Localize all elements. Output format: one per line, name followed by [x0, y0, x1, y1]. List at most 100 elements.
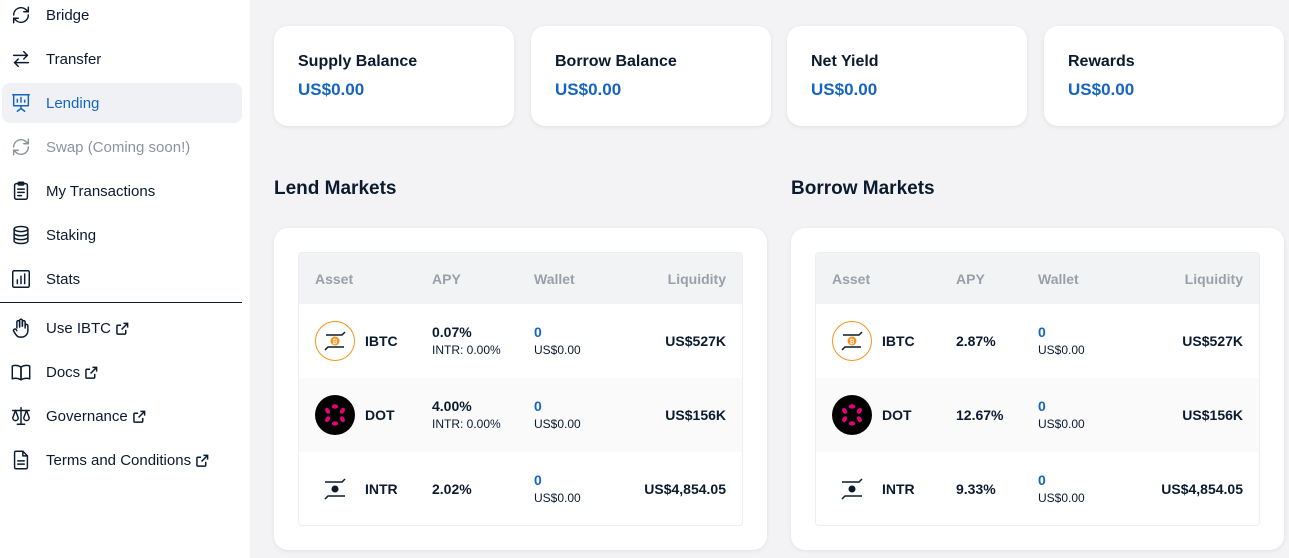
- card-label: Rewards: [1068, 53, 1135, 70]
- borrow-balance-card: Borrow Balance US$0.00: [531, 26, 771, 126]
- column-header-liquidity[interactable]: Liquidity: [1185, 271, 1243, 287]
- sidebar-item-use-ibtc[interactable]: Use IBTC: [2, 308, 242, 348]
- table-row[interactable]: DOT 12.67% 0 US$0.00 US$156K: [816, 378, 1259, 452]
- wallet-amount: 0: [534, 324, 542, 340]
- asset-name: DOT: [882, 407, 912, 423]
- wallet-amount: 0: [1038, 472, 1046, 488]
- column-header-liquidity[interactable]: Liquidity: [668, 271, 726, 287]
- refresh-icon: [9, 135, 33, 159]
- book-icon: [9, 360, 33, 384]
- sidebar-item-staking[interactable]: Staking: [2, 215, 242, 255]
- table-row[interactable]: ₿ IBTC 2.87% 0 US$0.00 US$527K: [816, 304, 1259, 378]
- supply-balance-card: Supply Balance US$0.00: [274, 26, 514, 126]
- sidebar-item-label: Lending: [46, 94, 100, 112]
- borrow-markets-table: Asset APY Wallet Liquidity ₿ IBTC 2.87% …: [815, 252, 1260, 526]
- liquidity-value: US$156K: [665, 407, 726, 423]
- borrow-markets-title: Borrow Markets: [791, 178, 935, 199]
- table-row[interactable]: INTR 2.02% 0 US$0.00 US$4,854.05: [299, 452, 742, 525]
- apy-value: 9.33%: [956, 481, 996, 497]
- card-label: Net Yield: [811, 53, 879, 70]
- sidebar-item-terms[interactable]: Terms and Conditions: [2, 440, 242, 480]
- sidebar-item-my-transactions[interactable]: My Transactions: [2, 171, 242, 211]
- wallet-amount: 0: [1038, 324, 1046, 340]
- sidebar-item-label: Terms and Conditions: [46, 451, 192, 469]
- intr-logo-icon: [832, 469, 872, 509]
- asset-name: IBTC: [365, 333, 398, 349]
- sidebar-item-label: Use IBTC: [46, 319, 112, 337]
- column-header-asset[interactable]: Asset: [315, 271, 353, 287]
- borrow-markets-card: Asset APY Wallet Liquidity ₿ IBTC 2.87% …: [791, 228, 1284, 550]
- presentation-chart-icon: [9, 91, 33, 115]
- table-header: Asset APY Wallet Liquidity: [299, 253, 742, 304]
- dot-logo-icon: [832, 395, 872, 435]
- svg-text:₿: ₿: [850, 339, 855, 346]
- column-header-wallet[interactable]: Wallet: [1038, 271, 1079, 287]
- wallet-usd: US$0.00: [1038, 491, 1085, 505]
- wallet-usd: US$0.00: [1038, 417, 1085, 431]
- liquidity-value: US$4,854.05: [1161, 481, 1243, 497]
- card-value: US$0.00: [1068, 80, 1135, 99]
- table-row[interactable]: DOT 4.00% INTR: 0.00% 0 US$0.00 US$156K: [299, 378, 742, 452]
- sidebar-item-label: Bridge: [46, 6, 90, 24]
- sidebar-item-label: Transfer: [46, 50, 102, 68]
- apy-value: 4.00%: [432, 398, 472, 414]
- apy-value: 0.07%: [432, 324, 472, 340]
- apy-value: 12.67%: [956, 407, 1004, 423]
- refresh-icon: [9, 3, 33, 27]
- apy-value: 2.02%: [432, 481, 472, 497]
- wallet-amount: 0: [534, 398, 542, 414]
- column-header-wallet[interactable]: Wallet: [534, 271, 575, 287]
- asset-name: INTR: [365, 481, 398, 497]
- liquidity-value: US$527K: [665, 333, 726, 349]
- wallet-usd: US$0.00: [534, 491, 581, 505]
- sidebar-item-label: Swap (Coming soon!): [46, 138, 191, 156]
- asset-name: IBTC: [882, 333, 915, 349]
- wallet-usd: US$0.00: [1038, 343, 1085, 357]
- column-header-asset[interactable]: Asset: [832, 271, 870, 287]
- external-link-icon: [116, 322, 129, 335]
- asset-name: DOT: [365, 407, 395, 423]
- lend-markets-title: Lend Markets: [274, 178, 397, 199]
- lend-markets-card: Asset APY Wallet Liquidity ₿ IBTC 0.07% …: [274, 228, 767, 550]
- apy-reward: INTR: 0.00%: [432, 417, 501, 431]
- scale-icon: [9, 404, 33, 428]
- sidebar-item-label: Stats: [46, 270, 81, 288]
- card-value: US$0.00: [555, 80, 622, 99]
- wallet-usd: US$0.00: [534, 417, 581, 431]
- ibtc-logo-icon: ₿: [832, 321, 872, 361]
- sidebar-item-stats[interactable]: Stats: [2, 259, 242, 299]
- ibtc-logo-icon: ₿: [315, 321, 355, 361]
- liquidity-value: US$156K: [1182, 407, 1243, 423]
- clipboard-icon: [9, 179, 33, 203]
- column-header-apy[interactable]: APY: [432, 271, 461, 287]
- card-value: US$0.00: [298, 80, 365, 99]
- sidebar-item-lending[interactable]: Lending: [2, 83, 242, 123]
- card-label: Borrow Balance: [555, 53, 677, 70]
- sidebar-divider: [0, 302, 242, 303]
- external-link-icon: [132, 410, 146, 423]
- intr-logo-icon: [315, 469, 355, 509]
- svg-text:₿: ₿: [333, 339, 338, 346]
- sidebar-item-label: My Transactions: [46, 182, 156, 200]
- liquidity-value: US$527K: [1182, 333, 1243, 349]
- database-icon: [9, 223, 33, 247]
- table-header: Asset APY Wallet Liquidity: [816, 253, 1259, 304]
- apy-value: 2.87%: [956, 333, 996, 349]
- table-row[interactable]: ₿ IBTC 0.07% INTR: 0.00% 0 US$0.00 US$52…: [299, 304, 742, 378]
- sidebar-item-bridge[interactable]: Bridge: [2, 0, 242, 35]
- external-link-icon: [85, 366, 98, 379]
- hand-icon: [9, 316, 33, 340]
- sidebar-item-docs[interactable]: Docs: [2, 352, 242, 392]
- apy-reward: INTR: 0.00%: [432, 343, 501, 357]
- asset-name: INTR: [882, 481, 915, 497]
- sidebar-item-label: Governance: [46, 407, 128, 425]
- sidebar-item-swap: Swap (Coming soon!): [2, 127, 242, 167]
- lend-markets-table: Asset APY Wallet Liquidity ₿ IBTC 0.07% …: [298, 252, 743, 526]
- card-value: US$0.00: [811, 80, 878, 99]
- document-icon: [9, 448, 33, 472]
- sidebar-item-transfer[interactable]: Transfer: [2, 39, 242, 79]
- table-row[interactable]: INTR 9.33% 0 US$0.00 US$4,854.05: [816, 452, 1259, 525]
- dot-logo-icon: [315, 395, 355, 435]
- column-header-apy[interactable]: APY: [956, 271, 985, 287]
- sidebar-item-governance[interactable]: Governance: [2, 396, 242, 436]
